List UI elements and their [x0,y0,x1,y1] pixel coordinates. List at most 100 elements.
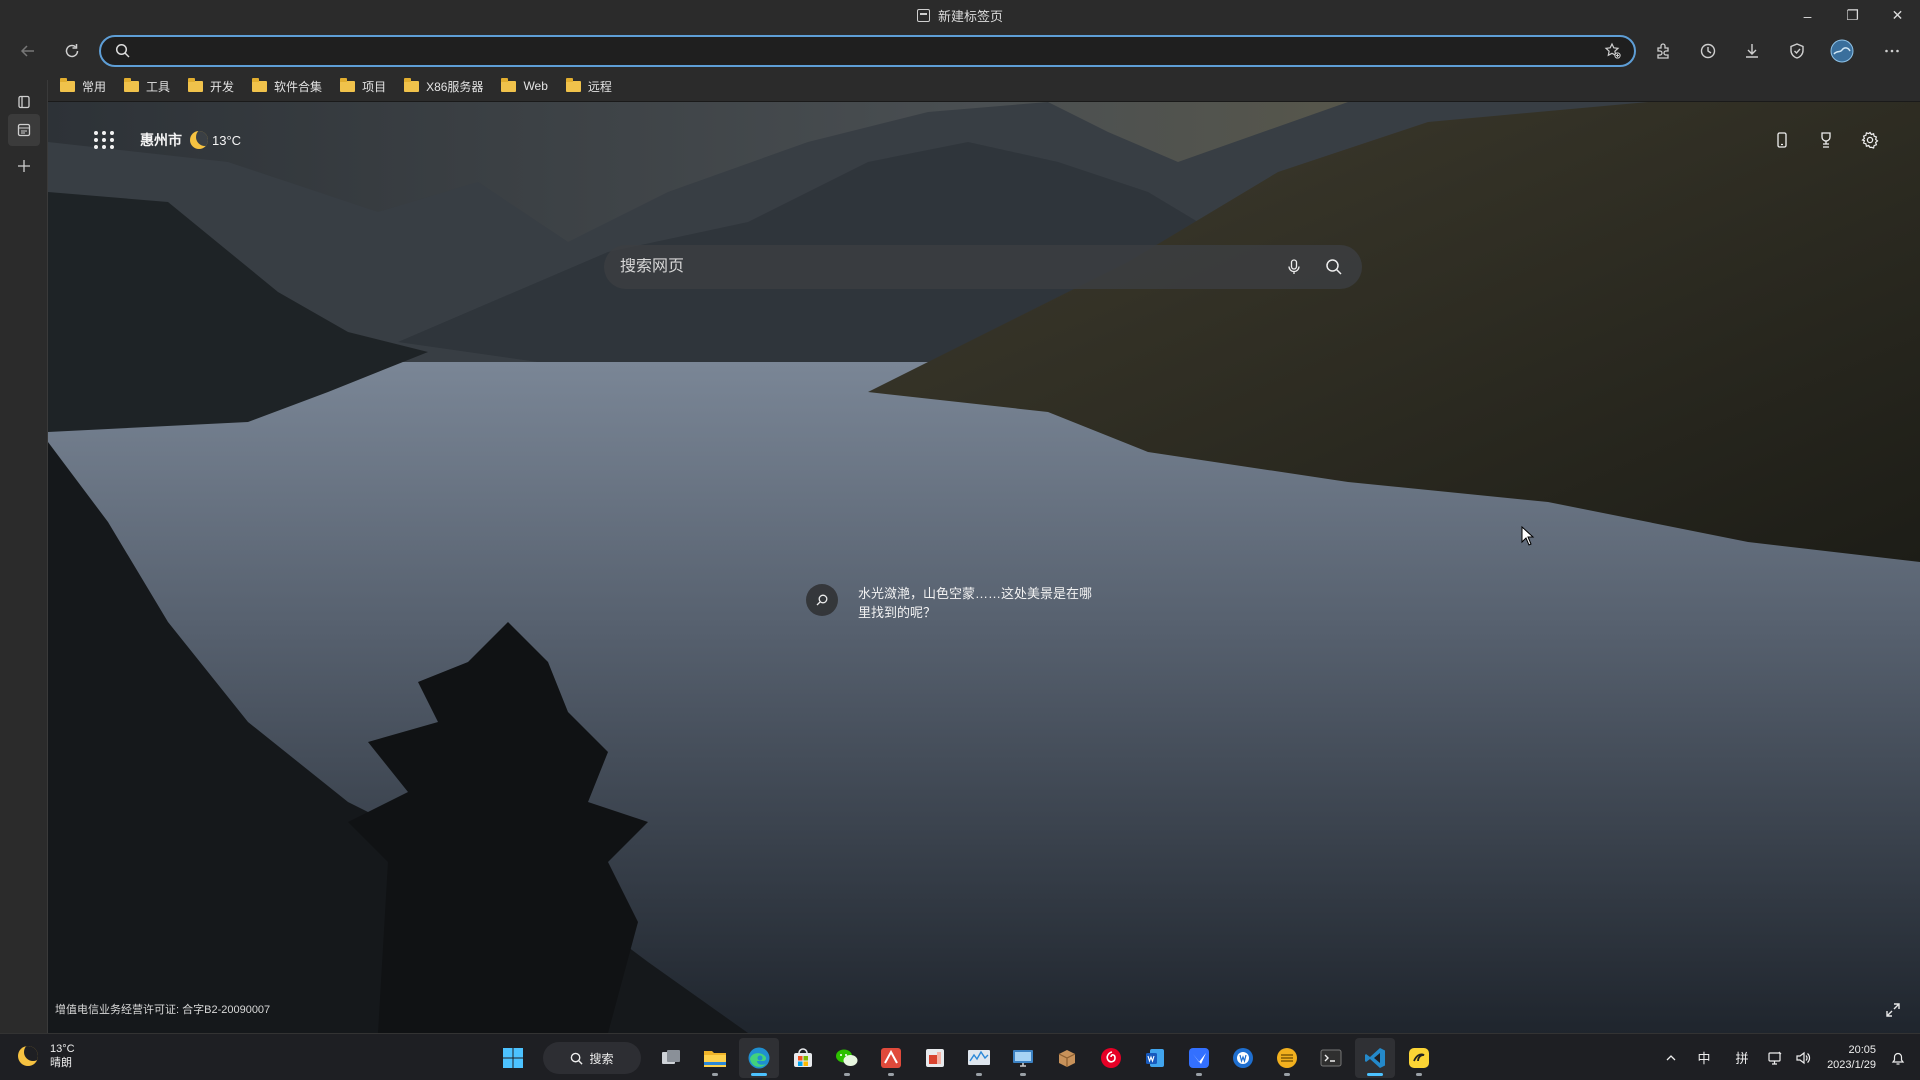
store-icon [794,1048,812,1067]
close-button[interactable]: ✕ [1875,0,1920,31]
input-language-button[interactable]: 中 [1685,1043,1723,1073]
apps-grid-dot [93,131,98,135]
tab-title: 新建标签页 [937,9,1003,24]
refresh-icon [65,44,79,58]
bookmark-folder[interactable]: 远程 [554,74,618,98]
taskbar-app-netease-music[interactable] [1091,1038,1131,1078]
apps-grid-dot [109,131,114,135]
task-view-icon [662,1050,680,1064]
minimize-button[interactable]: – [1785,0,1830,31]
bookmark-folder[interactable]: Web [489,74,553,98]
profile-button[interactable] [1826,35,1858,67]
yellow-logo-app-icon [1409,1048,1429,1068]
bird-app-icon [1189,1048,1209,1068]
bookmark-label: 开发 [210,79,235,94]
app-launcher-button[interactable] [88,124,120,156]
wechat-icon [836,1049,858,1066]
taskbar-app-edge[interactable] [739,1038,779,1078]
taskbar-clock[interactable]: 20:05 2023/1/29 [1827,1043,1876,1073]
taskbar-app-wechat[interactable] [827,1038,867,1078]
moon-icon [18,1046,38,1066]
taskbar-app-remote-desktop[interactable] [1003,1038,1043,1078]
weather-city[interactable]: 惠州市 [140,130,182,150]
license-text[interactable]: 增值电信业务经营许可证: 合字B2-20090007 [55,1001,270,1017]
bookmark-folder[interactable]: 软件合集 [240,74,328,98]
taskbar-app-blue-circle[interactable] [1223,1038,1263,1078]
netease-music-icon [1101,1048,1121,1068]
taskbar-app-file-explorer[interactable] [695,1038,735,1078]
chevron-up-icon [1666,1054,1676,1060]
taskbar-app-monitor[interactable] [959,1038,999,1078]
taskbar-weather-text: 13°C 晴朗 [50,1042,75,1070]
web-search-box[interactable] [604,245,1362,289]
clock-date: 2023/1/29 [1827,1058,1876,1071]
address-bar[interactable] [99,35,1636,67]
refresh-button[interactable] [56,35,88,67]
history-icon [1700,43,1716,59]
history-button[interactable] [1692,35,1724,67]
bookmark-folder[interactable]: 项目 [328,74,392,98]
rewards-button[interactable] [1810,124,1842,156]
ime-mode-button[interactable]: 拼 [1723,1043,1761,1073]
back-button[interactable] [12,35,44,67]
taskbar-app-terminal[interactable] [1311,1038,1351,1078]
taskbar-app-yellow-logo[interactable] [1399,1038,1439,1078]
restore-button[interactable]: ❐ [1830,0,1875,31]
search-submit-button[interactable] [1314,247,1354,287]
voice-search-button[interactable] [1274,247,1314,287]
extensions-button[interactable] [1647,35,1679,67]
folder-icon [124,77,140,92]
window-controls: – ❐ ✕ [1785,0,1920,31]
speaker-icon [1796,1051,1811,1064]
windows-taskbar: 13°C 晴朗 搜索 中 拼 20:05 2023/1/29 [0,1033,1920,1080]
expand-icon[interactable] [1884,1001,1902,1019]
apps-grid-dot [109,145,114,149]
add-tab-button[interactable] [8,150,40,182]
back-icon [20,45,34,57]
task-view-button[interactable] [651,1038,691,1078]
new-tab-page: 惠州市 13°C 水光潋滟，山色空蒙……这处美景是在哪 里找到的 [48,102,1920,1033]
bookmark-folder[interactable]: 工具 [112,74,176,98]
web-search-input[interactable] [620,258,1274,276]
page-settings-button[interactable] [1854,124,1886,156]
network-button[interactable] [1761,1043,1789,1073]
volume-button[interactable] [1789,1043,1817,1073]
taskbar-apps: 搜索 [493,1038,1439,1078]
tray-overflow-button[interactable] [1657,1043,1685,1073]
image-caption[interactable]: 水光潋滟，山色空蒙……这处美景是在哪 里找到的呢？ [806,584,1113,622]
taskbar-app-office[interactable] [915,1038,955,1078]
apps-grid-dot [101,131,106,135]
address-input[interactable] [143,38,1598,64]
bookmark-folder[interactable]: 开发 [176,74,240,98]
folder-icon [188,77,204,92]
mobile-button[interactable] [1766,124,1798,156]
add-favorite-button[interactable] [1598,37,1628,65]
downloads-button[interactable] [1736,35,1768,67]
more-button[interactable] [1876,35,1908,67]
vertical-tab-rail [0,80,48,1033]
running-indicator [1416,1073,1422,1076]
tab-new-tab[interactable] [8,114,40,146]
bookmark-folder[interactable]: X86服务器 [392,74,489,98]
search-icon [115,43,130,58]
taskbar-app-feishu[interactable] [1179,1038,1219,1078]
running-indicator [976,1073,982,1076]
image-info-button[interactable] [806,584,838,616]
taskbar-app-store[interactable] [783,1038,823,1078]
browser-essentials-button[interactable] [1781,35,1813,67]
taskbar-app-red-tool[interactable] [871,1038,911,1078]
start-button[interactable] [493,1038,533,1078]
notification-center-button[interactable] [1884,1043,1912,1073]
taskbar-app-vscode[interactable] [1355,1038,1395,1078]
running-indicator [1367,1073,1383,1076]
bookmark-label: 远程 [587,79,612,94]
taskbar-weather-widget[interactable]: 13°C 晴朗 [18,1042,75,1070]
bookmark-folder[interactable]: 常用 [48,74,112,98]
taskbar-app-yellow-circle[interactable] [1267,1038,1307,1078]
landscape-background-image [48,102,1920,1033]
taskbar-search-button[interactable]: 搜索 [543,1042,641,1074]
taskbar-app-package[interactable] [1047,1038,1087,1078]
taskbar-app-word[interactable] [1135,1038,1175,1078]
weather-widget[interactable]: 13°C [190,131,241,149]
taskbar-search-label: 搜索 [589,1051,614,1066]
